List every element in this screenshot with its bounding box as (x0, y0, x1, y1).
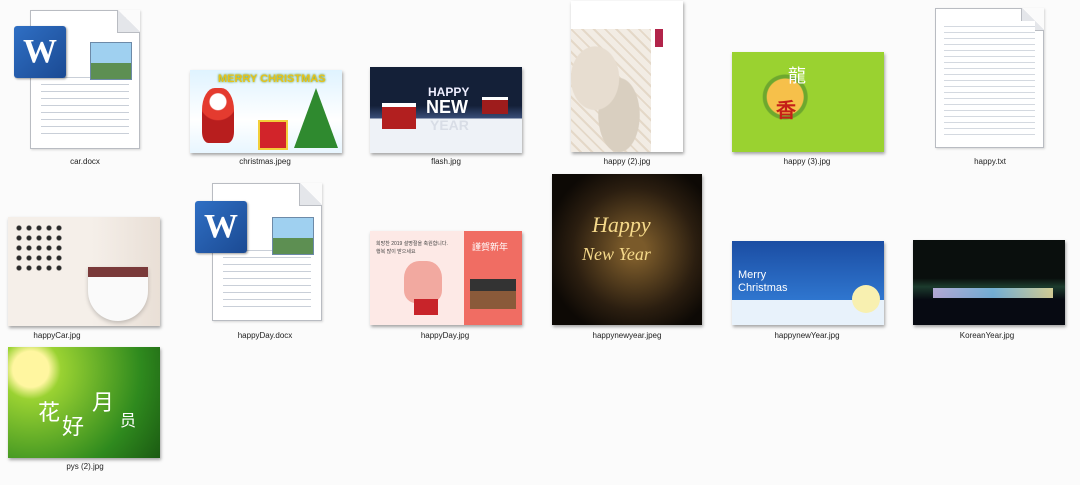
thumbnail-text: Happy (592, 212, 651, 237)
pouch-icon (404, 261, 442, 303)
picture-icon (90, 42, 132, 80)
thumbnail-text: 月 (92, 390, 115, 415)
file-happycar-jpg[interactable]: happyCar.jpg (0, 210, 165, 345)
text-document-icon (935, 8, 1044, 148)
file-happynewyear-jpg[interactable]: Merry Christmas happynewYear.jpg (725, 235, 890, 345)
file-christmas-jpeg[interactable]: MERRY CHRISTMAS christmas.jpeg (185, 60, 350, 175)
file-happy-txt[interactable]: happy.txt (910, 0, 1070, 175)
thumbnail-text: Christmas (738, 282, 788, 294)
word-logo-icon: W (195, 201, 247, 253)
house-icon (382, 103, 416, 129)
gift-icon (414, 299, 438, 315)
happy3-thumbnail: 香 龍 (732, 52, 884, 152)
word-logo-icon: W (14, 26, 66, 78)
gift-icon (258, 120, 288, 150)
thumbnail-text: 희망찬 2019 설명절을 축원합니다. (376, 241, 448, 247)
thumbnail-text: New Year (582, 244, 651, 264)
file-label: KoreanYear.jpg (959, 331, 1015, 340)
file-happyday-jpg[interactable]: 희망찬 2019 설명절을 축원합니다. 행복 많이 받으세요 謹賀新年 hap… (365, 225, 530, 345)
file-label: happynewYear.jpg (774, 331, 840, 340)
file-label: happy (3).jpg (783, 157, 831, 166)
tree-icon (294, 88, 338, 148)
thumbnail-text: 好 (62, 414, 85, 439)
file-label: happynewyear.jpeg (592, 331, 662, 340)
file-pys-2-jpg[interactable]: 花 好 月 员 pys (2).jpg (0, 340, 165, 480)
korean-calligraphy (14, 223, 64, 273)
bowl-icon (88, 267, 148, 321)
happynewyear-jpg-thumbnail: Merry Christmas (732, 241, 884, 325)
thumbnail-text: 员 (120, 413, 137, 430)
pys2-thumbnail: 花 好 月 员 (8, 347, 160, 458)
house-icon (482, 97, 508, 114)
bridge-icon (933, 288, 1053, 298)
file-happynewyear-jpeg[interactable]: Happy New Year happynewyear.jpeg (545, 170, 710, 345)
happycar-thumbnail (8, 217, 160, 326)
file-label: happy.txt (974, 157, 1006, 166)
thumbnail-text: Merry (738, 269, 767, 281)
file-flash-jpg[interactable]: HAPPY NEW YEAR flash.jpg (365, 60, 530, 175)
file-happy-2-jpg[interactable]: happy (2).jpg (545, 0, 710, 175)
seal-icon (655, 29, 663, 47)
figures-illustration (571, 29, 651, 152)
picture-icon (272, 217, 314, 255)
thumbnail-text: NEW (426, 97, 468, 117)
file-label: christmas.jpeg (239, 157, 291, 166)
thumbnail-text: MERRY CHRISTMAS (218, 73, 326, 85)
koreanyear-thumbnail (913, 240, 1065, 325)
file-label: car.docx (70, 157, 100, 166)
file-label: happy (2).jpg (603, 157, 651, 166)
happyday-thumbnail: 희망찬 2019 설명절을 축원합니다. 행복 많이 받으세요 謹賀新年 (370, 231, 522, 325)
thumbnail-text: 香 (776, 100, 796, 122)
file-label: happyDay.jpg (420, 331, 470, 340)
file-label: pys (2).jpg (66, 462, 104, 471)
file-happy-3-jpg[interactable]: 香 龍 happy (3).jpg (725, 45, 890, 175)
moon-icon (852, 285, 880, 313)
thumbnail-text: 행복 많이 받으세요 (376, 249, 416, 255)
thumbnail-text: 謹賀新年 (472, 242, 509, 252)
file-label: happyDay.docx (237, 331, 293, 340)
file-label: happyCar.jpg (33, 331, 81, 340)
file-happyday-docx[interactable]: W happyDay.docx (185, 175, 345, 345)
happy2-thumbnail (571, 1, 683, 152)
christmas-thumbnail: MERRY CHRISTMAS (190, 70, 342, 153)
thumbnail-text: YEAR (430, 117, 469, 133)
file-label: flash.jpg (431, 157, 461, 166)
flash-thumbnail: HAPPY NEW YEAR (370, 67, 522, 153)
file-car-docx[interactable]: W car.docx (0, 0, 160, 175)
thumbnail-text: 龍 (788, 66, 806, 86)
santa-icon (202, 88, 234, 143)
pagoda-icon (470, 279, 516, 309)
happynewyear-thumbnail: Happy New Year (552, 174, 702, 325)
thumbnail-text: 花 (38, 400, 61, 425)
file-koreanyear-jpg[interactable]: KoreanYear.jpg (905, 230, 1070, 345)
